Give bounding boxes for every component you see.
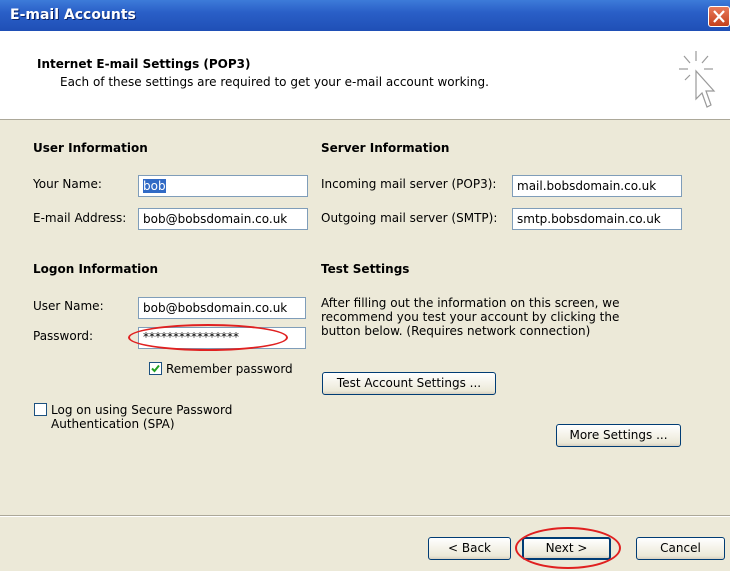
server-info-heading: Server Information: [321, 141, 450, 155]
remember-password-label[interactable]: Remember password: [166, 362, 293, 376]
title-bar: E-mail Accounts: [0, 0, 730, 31]
password-label: Password:: [33, 329, 94, 343]
back-button[interactable]: < Back: [428, 537, 511, 560]
password-field[interactable]: ****************: [138, 327, 306, 349]
footer-divider-highlight: [0, 516, 730, 517]
wizard-cursor-icon: [679, 51, 716, 108]
wizard-header: Internet E-mail Settings (POP3) Each of …: [0, 31, 730, 120]
user-name-field[interactable]: bob@bobsdomain.co.uk: [138, 297, 306, 319]
more-settings-button[interactable]: More Settings ...: [556, 424, 681, 447]
user-name-label: User Name:: [33, 299, 104, 313]
user-info-heading: User Information: [33, 141, 148, 155]
page-subtitle: Each of these settings are required to g…: [60, 75, 489, 89]
test-account-settings-button[interactable]: Test Account Settings ...: [322, 372, 496, 395]
your-name-field[interactable]: bob: [138, 175, 308, 197]
logon-info-heading: Logon Information: [33, 262, 159, 276]
cancel-button[interactable]: Cancel: [636, 537, 725, 560]
incoming-server-field[interactable]: mail.bobsdomain.co.uk: [512, 175, 682, 197]
outgoing-server-field[interactable]: smtp.bobsdomain.co.uk: [512, 208, 682, 230]
window-title: E-mail Accounts: [10, 7, 136, 23]
spa-checkbox[interactable]: [34, 403, 47, 416]
page-title: Internet E-mail Settings (POP3): [37, 57, 251, 71]
incoming-server-label: Incoming mail server (POP3):: [321, 177, 497, 191]
your-name-value: bob: [143, 179, 166, 193]
close-icon: [713, 10, 725, 23]
spa-label-line1[interactable]: Log on using Secure Password: [51, 403, 232, 417]
checkmark-icon: [151, 364, 160, 373]
test-settings-description: After filling out the information on thi…: [321, 296, 620, 338]
outgoing-server-label: Outgoing mail server (SMTP):: [321, 211, 498, 225]
email-address-field[interactable]: bob@bobsdomain.co.uk: [138, 208, 308, 230]
spa-label-line2[interactable]: Authentication (SPA): [51, 417, 175, 431]
remember-password-checkbox[interactable]: [149, 362, 162, 375]
close-button[interactable]: [708, 6, 730, 27]
test-settings-heading: Test Settings: [321, 262, 410, 276]
next-button[interactable]: Next >: [522, 537, 611, 560]
email-address-label: E-mail Address:: [33, 211, 127, 225]
your-name-label: Your Name:: [33, 177, 102, 191]
